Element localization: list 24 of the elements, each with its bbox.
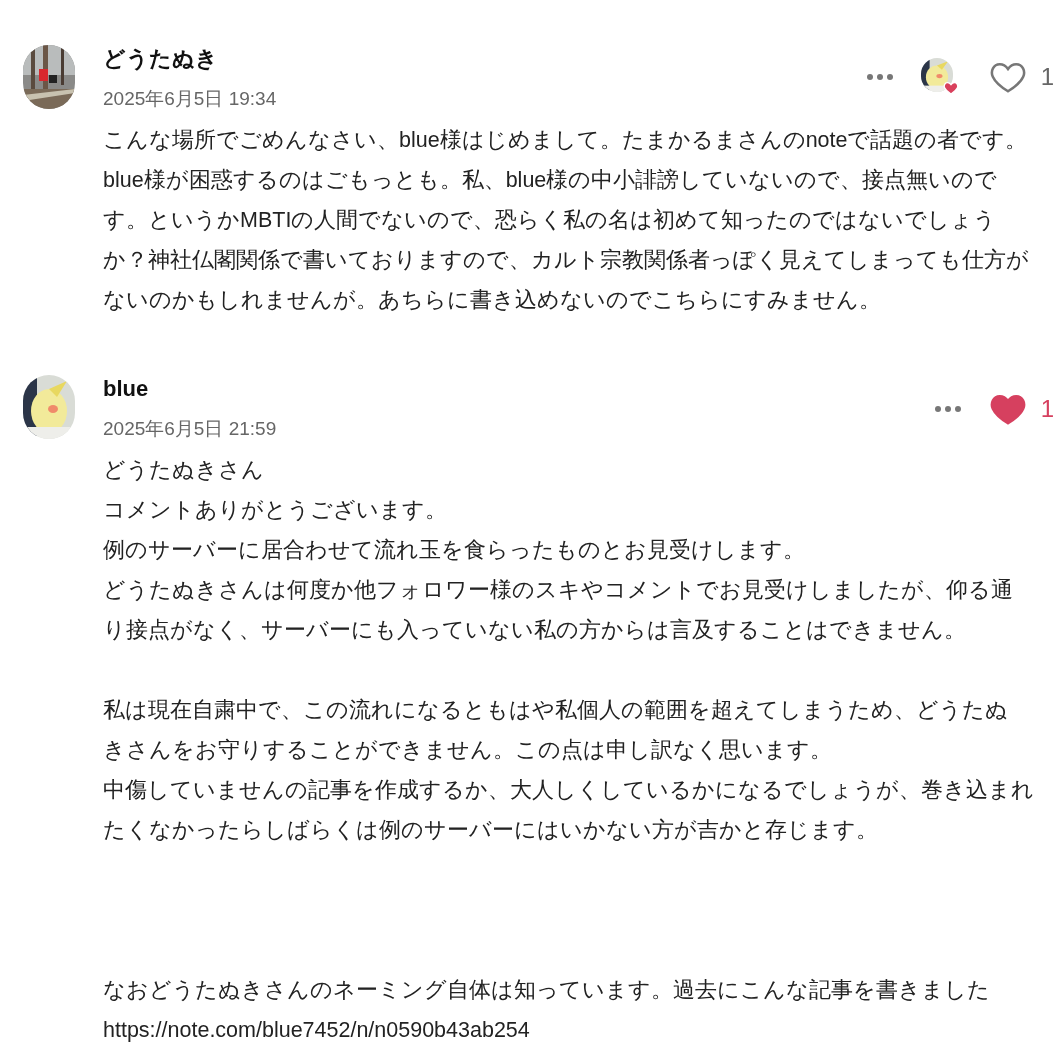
comment-text: か？神社仏閣関係で書いておりますので、カルト宗教関係者っぽく見えてしまっても仕方が	[103, 247, 1030, 274]
comment-text: コメントありがとうございます。	[103, 497, 448, 524]
comment-text: 中傷していませんの記事を作成するか、大人しくしているかになるでしょうが、巻き込まれ	[103, 777, 1035, 804]
comment-text: なおどうたぬきさんのネーミング自体は知っています。過去にこんな記事を書きました	[103, 977, 991, 1004]
comment-date: 2025年6月5日 21:59	[103, 417, 278, 441]
comment-text: 例のサーバーに居合わせて流れ玉を食らったものとお見受けします。	[103, 537, 806, 564]
comment-text: す。というかMBTIの人間でないので、恐らく私の名は初めて知ったのではないでしょう	[103, 207, 998, 234]
like-button[interactable]: 1	[988, 58, 1054, 96]
comment-text: https://note.com/blue7452/n/n0590b43ab254	[103, 1017, 531, 1044]
more-icon[interactable]	[934, 406, 961, 412]
comment-text: どうたぬきさん	[103, 457, 265, 484]
comment-text: り接点がなく、サーバーにも入っていない私の方からは言及することはできません。	[103, 617, 967, 644]
like-button[interactable]: 1	[988, 390, 1054, 428]
comment-text: blue様が困惑するのはごもっとも。私、blue様の中小誹謗していないので、接点無いので	[103, 167, 999, 194]
more-icon[interactable]	[866, 74, 893, 80]
comment-text: どうたぬきさんは何度か他フォロワー様のスキやコメントでお見受けしましたが、仰る通	[103, 577, 1014, 604]
author-name[interactable]: blue	[103, 374, 935, 404]
comment-text: こんな場所でごめんなさい、blue様はじめまして。たまかるまさんのnoteで話題の者です。	[103, 127, 1029, 154]
comment-text: 私は現在自粛中で、この流れになるともはや私個人の範囲を超えてしまうため、どうたぬ	[103, 697, 1009, 724]
author-name[interactable]: どうたぬき	[103, 44, 867, 74]
comment-text: ないのかもしれませんが。あちらに書き込めないのでこちらにすみません。	[103, 287, 882, 314]
comment-date: 2025年6月5日 19:34	[103, 87, 278, 111]
comment-text: たくなかったらしばらくは例のサーバーにはいかない方が吉かと存じます。	[103, 817, 879, 844]
comment-text: きさんをお守りすることができません。この点は申し訳なく思います。	[103, 737, 833, 764]
